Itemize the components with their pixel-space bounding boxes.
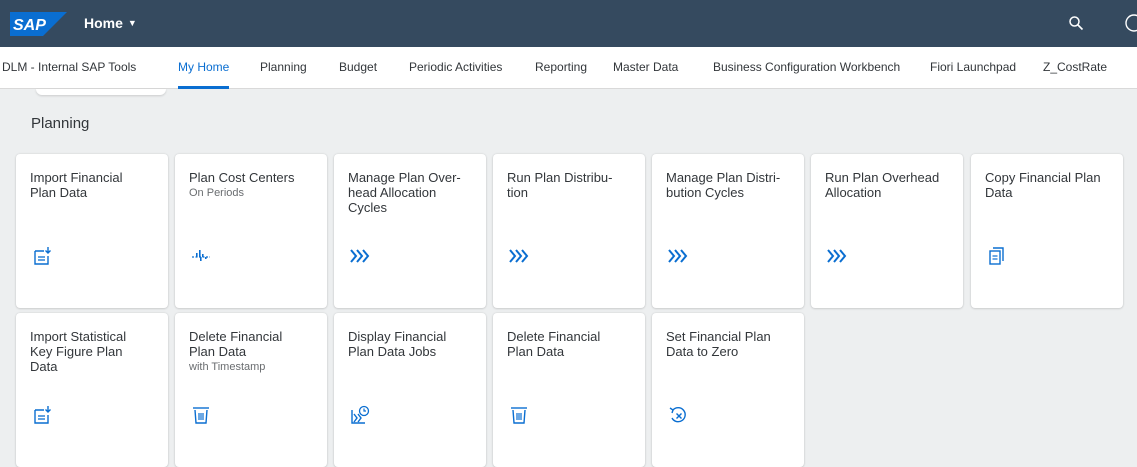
tile-title: Manage Plan Over- head Allocation Cycles	[348, 170, 461, 215]
group-title: Planning	[31, 115, 90, 132]
caret-down-icon: ▼	[127, 18, 137, 28]
tile-title: Set Financial Plan Data to Zero	[666, 329, 771, 359]
tab-reporting[interactable]: Reporting	[535, 47, 587, 89]
tab-business-configuration-workbench[interactable]: Business Configuration Workbench	[713, 47, 900, 89]
reset-icon	[669, 407, 686, 423]
home-title: Home	[84, 15, 123, 31]
tab-budget[interactable]: Budget	[339, 47, 377, 89]
tile-plan-cost-centers[interactable]: Plan Cost Centers On Periods	[175, 154, 327, 308]
delete-icon	[193, 407, 209, 424]
tile-import-statistical-key-figure-plan-data[interactable]: Import Statistical Key Figure Plan Data	[16, 313, 168, 467]
search-icon[interactable]	[1068, 15, 1084, 31]
tab-periodic-activities[interactable]: Periodic Activities	[409, 47, 502, 89]
process-chevrons-icon	[827, 249, 847, 263]
tile-title: Plan Cost Centers	[189, 170, 295, 185]
home-menu-button[interactable]: Home ▼	[84, 15, 137, 31]
tile-title: Delete Financial Plan Data	[507, 329, 601, 359]
tile-title: Run Plan Overhead Allocation	[825, 170, 940, 200]
delete-icon	[511, 407, 527, 424]
tile-set-financial-plan-data-to-zero[interactable]: Set Financial Plan Data to Zero	[652, 313, 804, 467]
tile-delete-financial-plan-data-with-timestamp[interactable]: Delete Financial Plan Data with Timestam…	[175, 313, 327, 467]
scheduled-jobs-icon	[351, 405, 370, 424]
tile-subtitle: with Timestamp	[189, 361, 266, 373]
tile-run-plan-overhead-allocation[interactable]: Run Plan Overhead Allocation	[811, 154, 963, 308]
tile-title: Run Plan Distribu- tion	[507, 170, 613, 200]
process-chevrons-icon	[509, 249, 529, 263]
import-icon	[34, 406, 51, 424]
tile-display-financial-plan-data-jobs[interactable]: Display Financial Plan Data Jobs	[334, 313, 486, 467]
tile-copy-financial-plan-data[interactable]: Copy Financial Plan Data	[971, 154, 1123, 308]
tab-fiori-launchpad[interactable]: Fiori Launchpad	[930, 47, 1016, 89]
shell-bar: SAP Home ▼	[0, 0, 1137, 47]
tile-run-plan-distribution[interactable]: Run Plan Distribu- tion	[493, 154, 645, 308]
tile-title: Import Statistical Key Figure Plan Data	[30, 329, 127, 374]
tile-delete-financial-plan-data[interactable]: Delete Financial Plan Data	[493, 313, 645, 467]
import-icon	[34, 247, 51, 265]
copy-icon	[989, 247, 1004, 265]
tile-manage-plan-distribution-cycles[interactable]: Manage Plan Distri- bution Cycles	[652, 154, 804, 308]
process-chevrons-icon	[350, 249, 370, 263]
sap-logo[interactable]: SAP	[10, 12, 67, 36]
tab-bar: DLM - Internal SAP Tools My Home Plannin…	[0, 47, 1137, 89]
tile-title: Delete Financial Plan Data	[189, 329, 283, 359]
collapsed-panel-edge	[36, 89, 166, 95]
tab-dlm-internal-sap-tools[interactable]: DLM - Internal SAP Tools	[2, 47, 136, 89]
tile-title: Manage Plan Distri- bution Cycles	[666, 170, 781, 200]
tab-my-home[interactable]: My Home	[178, 47, 230, 89]
tab-master-data[interactable]: Master Data	[613, 47, 678, 89]
tile-import-financial-plan-data[interactable]: Import Financial Plan Data	[16, 154, 168, 308]
process-chevrons-icon	[668, 249, 688, 263]
tab-planning[interactable]: Planning	[260, 47, 307, 89]
tile-title: Display Financial Plan Data Jobs	[348, 329, 447, 359]
user-avatar-icon[interactable]	[1124, 13, 1137, 33]
tab-z-costrate[interactable]: Z_CostRate	[1043, 47, 1107, 89]
cost-distribution-icon	[192, 250, 210, 261]
tile-subtitle: On Periods	[189, 187, 245, 199]
tile-manage-plan-overhead-allocation-cycles[interactable]: Manage Plan Over- head Allocation Cycles	[334, 154, 486, 308]
sap-logo-text: SAP	[13, 17, 46, 34]
tile-title: Copy Financial Plan Data	[985, 170, 1101, 200]
tile-title: Import Financial Plan Data	[30, 170, 123, 200]
